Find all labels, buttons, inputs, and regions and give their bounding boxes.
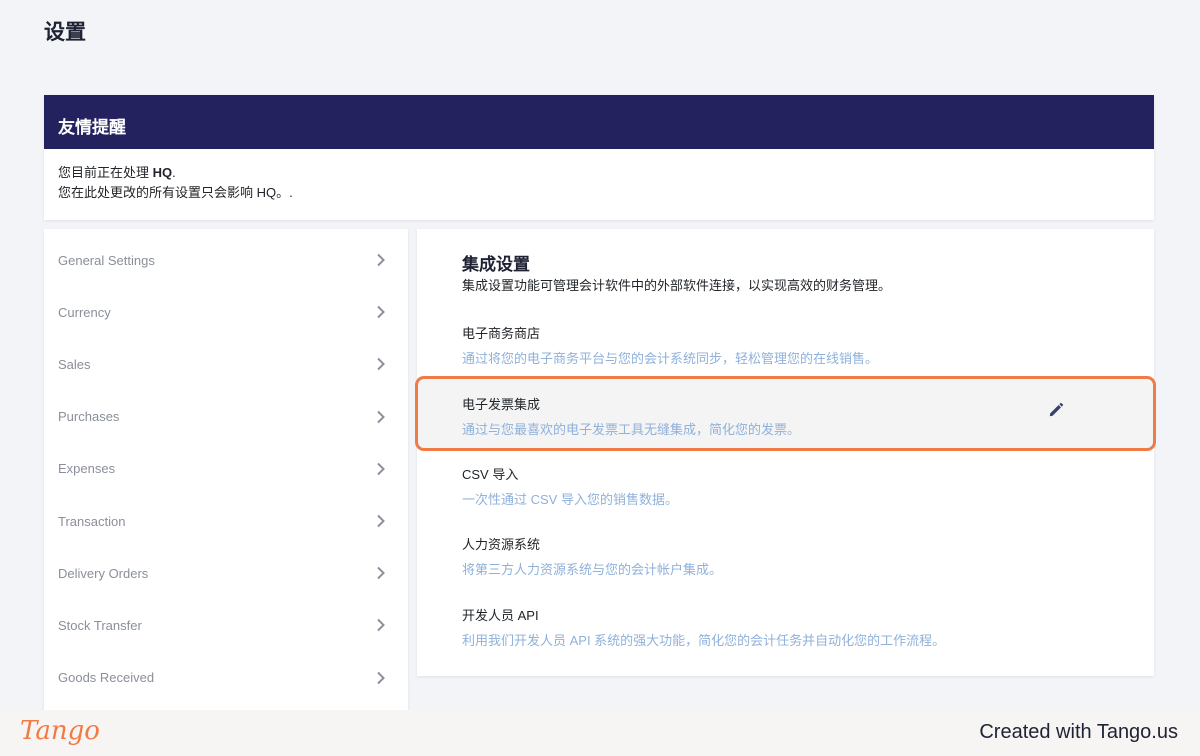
sidebar-item-label: Currency xyxy=(58,304,111,320)
app-window: 设置 友情提醒 您目前正在处理 HQ. 您在此处更改的所有设置只会影响 HQ。.… xyxy=(0,0,1200,756)
chevron-right-icon xyxy=(377,462,385,476)
notice-line-1-prefix: 您目前正在处理 xyxy=(58,165,153,180)
sidebar-item-purchases[interactable]: Purchases xyxy=(44,391,408,443)
integration-description: 将第三方人力资源系统与您的会计帐户集成。 xyxy=(462,562,723,577)
footer-bar: Tango Created with Tango.us xyxy=(0,710,1200,756)
sidebar-item-delivery-orders[interactable]: Delivery Orders xyxy=(44,547,408,599)
integration-settings-title: 集成设置 xyxy=(462,255,530,274)
integration-settings-description: 集成设置功能可管理会计软件中的外部软件连接，以实现高效的财务管理。 xyxy=(462,278,892,293)
chevron-right-icon xyxy=(377,514,385,528)
sidebar-item-currency[interactable]: Currency xyxy=(44,286,408,338)
notice-line-1-suffix: . xyxy=(172,165,176,180)
chevron-right-icon xyxy=(377,306,385,319)
sidebar-item-label: General Settings xyxy=(58,252,155,268)
sidebar-item-goods-received[interactable]: Goods Received xyxy=(44,652,408,704)
sidebar-item-label: Goods Received xyxy=(58,670,155,686)
sidebar-item-label: Stock Transfer xyxy=(58,617,142,633)
sidebar-item-label: Purchases xyxy=(58,409,120,425)
sidebar-item-stock-transfer[interactable]: Stock Transfer xyxy=(44,599,408,651)
notice-line-1: 您目前正在处理 HQ. xyxy=(58,163,1140,183)
integration-settings-panel: 集成设置 集成设置功能可管理会计软件中的外部软件连接，以实现高效的财务管理。 电… xyxy=(417,229,1154,676)
integration-csv-import[interactable]: CSV 导入 一次性通过 CSV 导入您的销售数据。 xyxy=(462,464,1122,508)
integration-name: 开发人员 API xyxy=(462,608,539,623)
integration-description: 一次性通过 CSV 导入您的销售数据。 xyxy=(462,492,678,507)
created-with-text: Created with Tango.us xyxy=(979,721,1178,743)
notice-card: 友情提醒 您目前正在处理 HQ. 您在此处更改的所有设置只会影响 HQ。. xyxy=(44,95,1154,220)
settings-sidebar: General Settings Currency Sales Purchase… xyxy=(44,229,408,714)
sidebar-item-label: Expenses xyxy=(58,461,116,477)
sidebar-item-label: Transaction xyxy=(58,513,126,529)
notice-entity: HQ xyxy=(152,165,173,180)
notice-line-2: 您在此处更改的所有设置只会影响 HQ。. xyxy=(58,185,293,200)
notice-body: 您目前正在处理 HQ. 您在此处更改的所有设置只会影响 HQ。. xyxy=(44,149,1154,217)
integration-developer-api[interactable]: 开发人员 API 利用我们开发人员 API 系统的强大功能，简化您的会计任务并自… xyxy=(462,605,1122,649)
chevron-right-icon xyxy=(377,619,385,632)
sidebar-item-expenses[interactable]: Expenses xyxy=(44,443,408,495)
sidebar-item-transaction[interactable]: Transaction xyxy=(44,495,408,547)
integration-ecommerce-store[interactable]: 电子商务商店 通过将您的电子商务平台与您的会计系统同步，轻松管理您的在线销售。 xyxy=(462,323,1122,367)
integration-hr-system[interactable]: 人力资源系统 将第三方人力资源系统与您的会计帐户集成。 xyxy=(462,534,1122,578)
integration-description: 利用我们开发人员 API 系统的强大功能，简化您的会计任务并自动化您的工作流程。 xyxy=(462,633,946,648)
chevron-right-icon xyxy=(377,671,385,684)
integration-name: CSV 导入 xyxy=(462,467,519,482)
integration-name: 人力资源系统 xyxy=(462,537,541,552)
chevron-right-icon xyxy=(377,567,385,580)
chevron-right-icon xyxy=(377,253,385,267)
notice-title: 友情提醒 xyxy=(44,95,1154,149)
step-highlight-outline xyxy=(415,376,1156,451)
chevron-right-icon xyxy=(377,410,385,423)
tango-logo: Tango xyxy=(20,716,100,746)
sidebar-item-sales[interactable]: Sales xyxy=(44,338,408,390)
sidebar-item-general-settings[interactable]: General Settings xyxy=(44,234,408,286)
sidebar-item-label: Sales xyxy=(58,356,91,372)
integration-name: 电子商务商店 xyxy=(462,326,541,341)
integration-description: 通过将您的电子商务平台与您的会计系统同步，轻松管理您的在线销售。 xyxy=(462,351,879,366)
sidebar-item-label: Delivery Orders xyxy=(58,565,149,581)
page-title: 设置 xyxy=(44,21,86,44)
chevron-right-icon xyxy=(377,358,385,371)
